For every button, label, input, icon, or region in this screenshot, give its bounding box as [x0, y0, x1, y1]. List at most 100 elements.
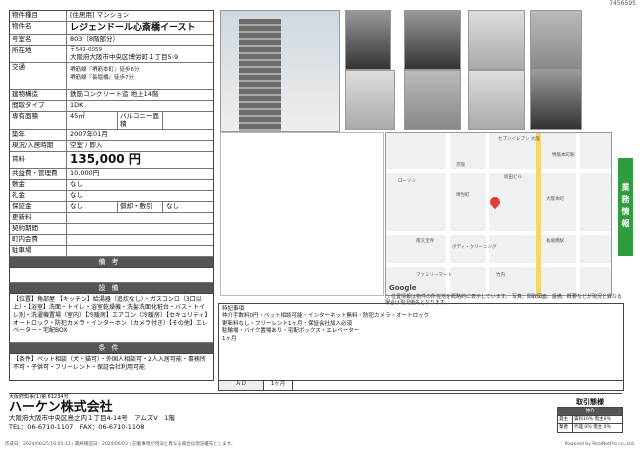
row-access: 交通 堺筋線『堺筋本町』徒歩6分 堺筋線『長堀橋』徒歩7分: [10, 63, 213, 91]
access-line-2: 堺筋線『長堀橋』徒歩7分: [70, 75, 135, 82]
footer-text: 作成日：2024/06/25 16:05:13 / 最終確認日：2024/06/…: [5, 442, 236, 447]
transaction-title: 取引態様: [576, 398, 604, 406]
interior-photo: [468, 10, 525, 70]
map-label: 堺筋本町駅: [552, 153, 575, 158]
row-structure: 建物構造 鉄筋コンクリート造 地上14階: [10, 90, 213, 102]
row-blank: 契約期間: [10, 224, 213, 236]
ad-label: ＡＤ: [219, 381, 264, 390]
interior-photo: [468, 70, 525, 130]
company-address: 大阪府大阪市中央区島之内１丁目4-14号 アムズV 1階: [9, 414, 175, 422]
location-pin-icon: [487, 194, 503, 210]
label: 所在地: [10, 46, 67, 63]
transaction-head: 仲介: [557, 407, 623, 417]
row-fee: 共益費・管理費 10,000円: [10, 169, 213, 181]
value: なし: [70, 202, 83, 211]
conditions-heading: 条件: [10, 343, 213, 355]
divider: [9, 393, 622, 394]
remarks-text: 特記事項 仲介手数料0円・ペット相談可能・インターネット無料・防犯カメラ・オート…: [222, 306, 430, 342]
google-logo: Google: [389, 283, 417, 292]
value: 鉄筋コンクリート造 地上14階: [70, 90, 159, 99]
label: 礼金: [10, 191, 67, 202]
row-blank: 駐車場: [10, 246, 213, 258]
conditions-text: 【条件】ペット相談（犬・猫可）・外国人相談可・2人入居可能・事務所不可・子供可・…: [13, 356, 206, 371]
cell: 代理 0％ 借主 0％: [571, 423, 624, 433]
company-contact: TEL：06-6710-1107 FAX：06-6710-1108: [9, 423, 145, 431]
remarks-heading: 備考: [10, 257, 213, 269]
label: 物件名: [10, 22, 67, 35]
value: 10,000円: [70, 169, 100, 178]
label: 現況/入居時期: [10, 141, 67, 152]
transaction-box: 取引態様 仲介 貸主 賃料10％ 借主0％ 業者 代理 0％ 借主 0％: [557, 398, 624, 433]
value: 45㎡: [70, 112, 85, 121]
map-label: ファミリーマート: [416, 273, 452, 278]
row-blank: 更新料: [10, 213, 213, 225]
value: 803（8階部分）: [70, 35, 120, 44]
value: 空室 / 即入: [70, 141, 103, 150]
label: 物件種目: [10, 11, 67, 21]
interior-photo: [404, 10, 461, 70]
equipment-text: 【位置】角部屋 【キッチン】給湯器（追炊なし）・ガスコンロ（3口以上）・【浴室】…: [10, 294, 213, 344]
row-area: 専有面積 45㎡ バルコニー面積: [10, 112, 213, 131]
equipment-heading: 設備: [10, 283, 213, 295]
row-key-money: 礼金 なし: [10, 191, 213, 203]
business-info-tab[interactable]: 業務情報: [618, 158, 633, 256]
label: 号室名: [10, 35, 67, 46]
interior-photo: [530, 10, 582, 70]
row-blank: 町内会費: [10, 235, 213, 247]
map-label: セブンイレブン 大阪: [498, 137, 540, 142]
map-label: 長堀橋駅: [546, 239, 564, 244]
access: 堺筋線『堺筋本町』徒歩6分 堺筋線『長堀橋』徒歩7分: [67, 63, 213, 89]
value: 2007年01月: [70, 130, 108, 139]
value: なし: [70, 180, 83, 189]
label: 賃料: [10, 152, 67, 169]
map-label: ローソン: [398, 179, 416, 184]
row-rent: 賃料 135,000 円: [10, 152, 213, 170]
map-label: 博労町: [456, 193, 470, 198]
row-built: 築年 2007年01月: [10, 130, 213, 142]
map-label: 京阪: [456, 163, 465, 168]
label: 交通: [10, 63, 67, 90]
label: 町内会費: [10, 235, 67, 246]
value: [163, 112, 213, 129]
floor-plan-area: [220, 132, 384, 296]
value: [住居用] マンション: [70, 11, 130, 19]
map-label: 南久宝寺: [416, 239, 434, 244]
property-name: レジェンドール心斎橋イースト: [70, 23, 196, 33]
map-label: 大阪本町: [546, 197, 564, 202]
label: 築年: [10, 130, 67, 141]
label: 共益費・管理費: [10, 169, 67, 180]
label: 契約期間: [10, 224, 67, 235]
label: 駐車場: [10, 246, 67, 257]
row-room: 号室名 803（8階部分）: [10, 35, 213, 47]
label: 間取タイプ: [10, 101, 67, 112]
map-label: 竹内: [496, 273, 505, 278]
cell: 業者: [557, 423, 573, 433]
label: 敷金: [10, 180, 67, 191]
address-text: 大阪府大阪市中央区博労町１丁目5-9: [70, 52, 179, 61]
cell: 賃料10％ 借主0％: [571, 415, 624, 425]
label: 保証金: [10, 202, 67, 213]
building-photo: [220, 10, 340, 132]
value: なし: [166, 202, 179, 211]
ad-value: 1ヶ月: [264, 381, 293, 390]
map-label: 坂田ビル: [504, 175, 522, 180]
interior-photo: [345, 70, 395, 130]
row-type: 物件種目 [住居用] マンション: [10, 11, 213, 22]
interior-photo: [404, 70, 461, 130]
interior-photo: [530, 70, 582, 130]
row-status: 現況/入居時期 空室 / 即入: [10, 141, 213, 153]
remarks-box: 特記事項 仲介手数料0円・ペット相談可能・インターネット無料・防犯カメラ・オート…: [218, 303, 624, 391]
label: 専有面積: [10, 112, 67, 130]
row-deposit: 敷金 なし: [10, 180, 213, 192]
document-id: 7456595: [609, 0, 636, 7]
interior-photo: [345, 10, 391, 70]
map-label: ボディ・クリーニング: [452, 245, 497, 250]
row-layout: 間取タイプ 1DK: [10, 101, 213, 113]
value: 1DK: [70, 101, 84, 110]
rent-price: 135,000 円: [70, 152, 141, 167]
location-map: セブンイレブン 大阪 堺筋本町駅 ローソン 京阪 坂田ビル 博労町 南久宝寺 大…: [385, 132, 612, 296]
row-guarantee: 保証金 なし 償却・敷引 なし: [10, 202, 213, 214]
row-address: 所在地 〒541-0059 大阪府大阪市中央区博労町１丁目5-9: [10, 46, 213, 64]
cell: 貸主: [557, 415, 573, 425]
label: バルコニー面積: [117, 112, 163, 130]
